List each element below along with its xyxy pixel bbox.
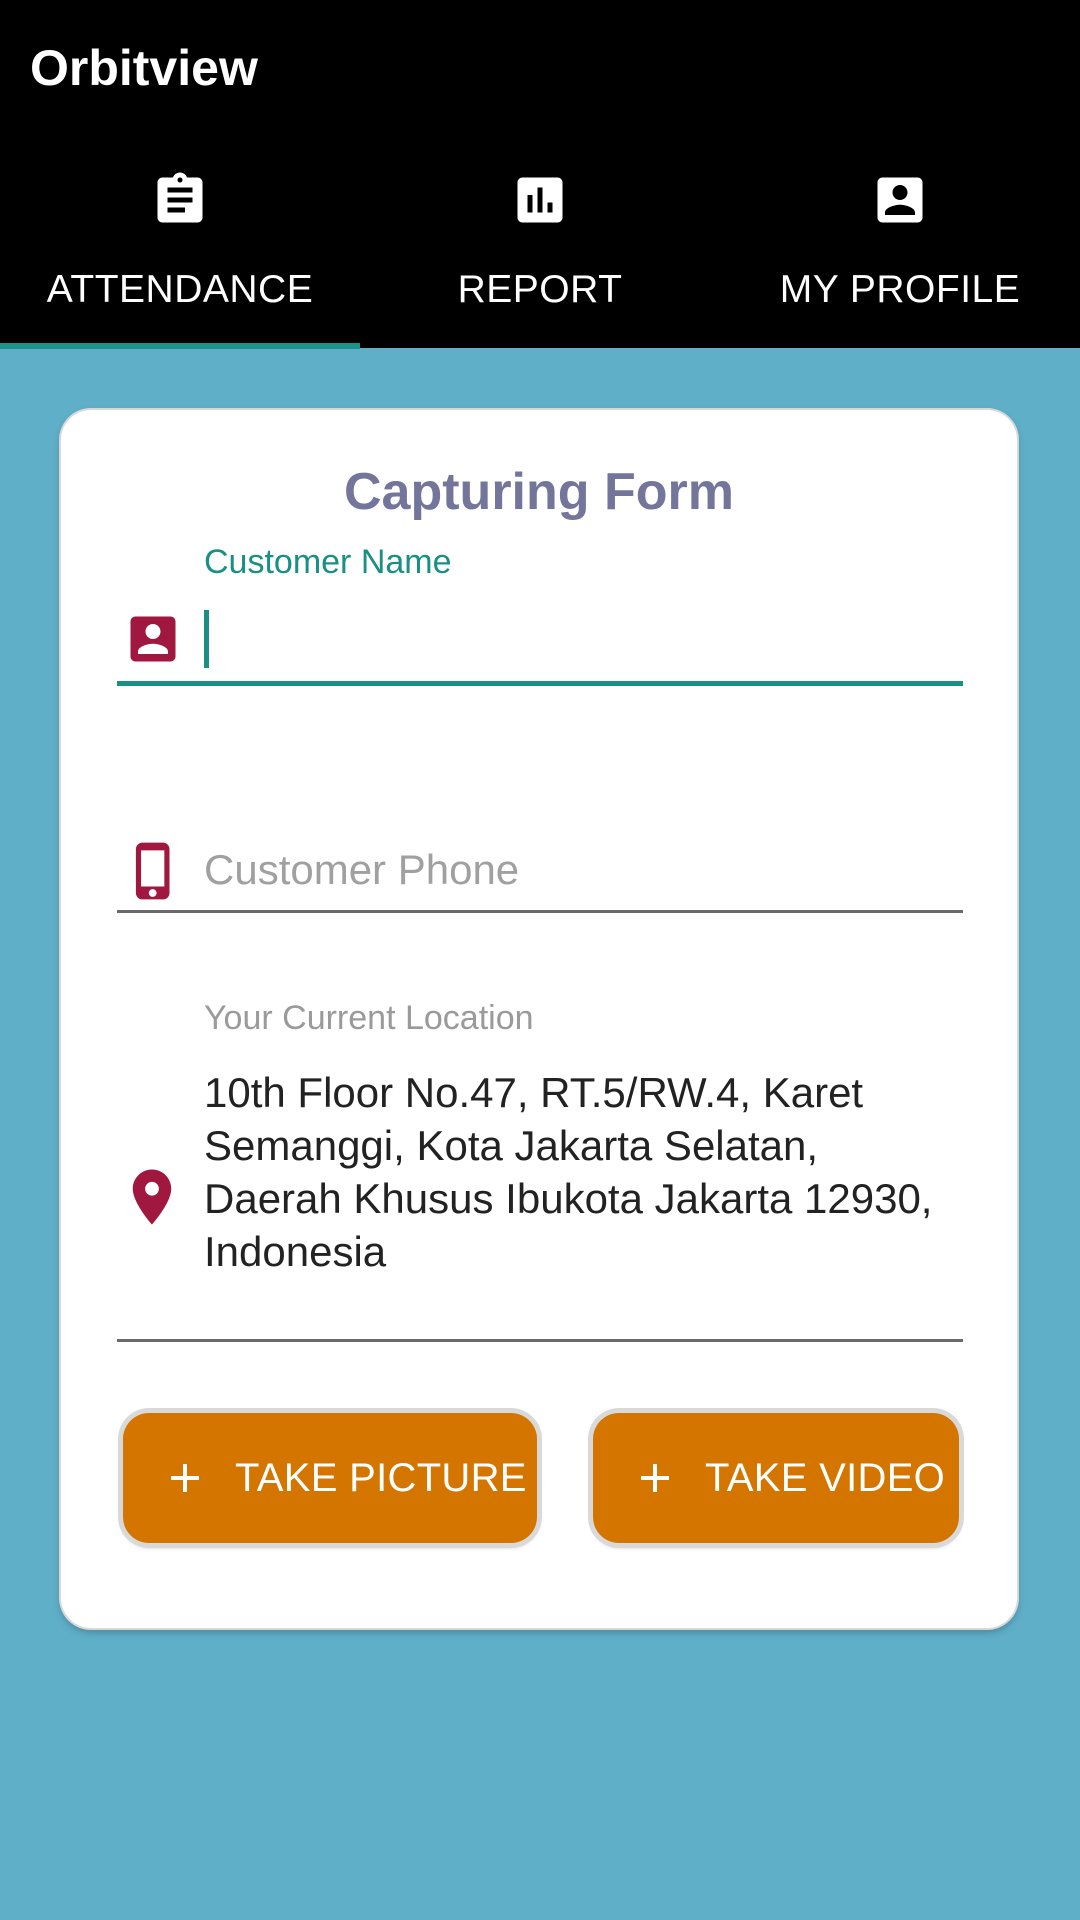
customer-name-underline (117, 681, 963, 686)
clipboard-icon (157, 172, 203, 223)
customer-phone-underline (117, 910, 963, 913)
tab-label-my-profile: MY PROFILE (779, 268, 1021, 311)
tab-selected-indicator (0, 343, 360, 349)
tab-label-report: REPORT (457, 268, 623, 311)
text-cursor (204, 610, 209, 668)
customer-name-input[interactable] (204, 608, 964, 668)
take-picture-button[interactable]: TAKE PICTURE (123, 1413, 537, 1543)
tab-my-profile[interactable]: MY PROFILE (720, 160, 1080, 348)
account-box-icon (130, 616, 176, 662)
location-underline (117, 1339, 963, 1342)
app-title: Orbitview (30, 40, 258, 96)
form-title: Capturing Form (344, 463, 734, 521)
take-picture-label: TAKE PICTURE (235, 1455, 527, 1500)
account-box-icon (877, 177, 923, 223)
app-bar: Orbitview ATTENDANCE REPORT MY PROFILE (0, 0, 1080, 349)
bar-chart-icon (517, 177, 563, 223)
plus-icon (171, 1464, 199, 1492)
customer-name-label: Customer Name (204, 543, 452, 581)
customer-phone-input[interactable] (204, 840, 964, 900)
take-video-label: TAKE VIDEO (705, 1455, 946, 1500)
tab-bar: ATTENDANCE REPORT MY PROFILE (0, 160, 1080, 348)
location-label: Your Current Location (204, 999, 534, 1037)
tab-label-attendance: ATTENDANCE (46, 268, 314, 311)
take-video-button[interactable]: TAKE VIDEO (593, 1413, 959, 1543)
capturing-form-card: Capturing Form Customer Name Your Curren… (61, 410, 1017, 1628)
smartphone-icon (135, 842, 170, 900)
map-pin-icon (132, 1169, 172, 1225)
tab-report[interactable]: REPORT (360, 160, 720, 348)
tab-attendance[interactable]: ATTENDANCE (0, 160, 360, 348)
plus-icon (641, 1464, 669, 1492)
location-value[interactable]: 10th Floor No.47, RT.5/RW.4, Karet Seman… (204, 1066, 944, 1278)
